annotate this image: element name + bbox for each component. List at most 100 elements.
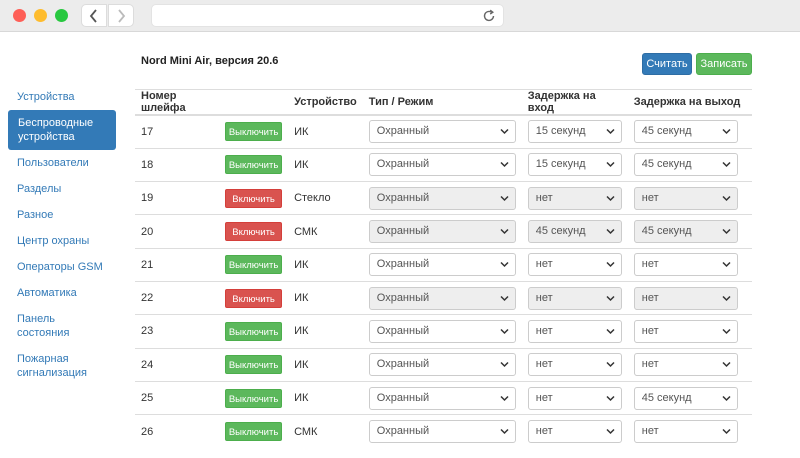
mode-select[interactable]: Охранный xyxy=(368,353,516,377)
entry-delay-select[interactable]: нет xyxy=(527,286,622,310)
exit-delay-select[interactable]: нет xyxy=(633,420,738,444)
zone-number: 25 xyxy=(135,380,220,415)
device-type: ИК xyxy=(288,247,363,282)
mode-cell: Охранный xyxy=(362,347,522,382)
entry-delay-select[interactable]: нет xyxy=(527,319,622,343)
device-type: ИК xyxy=(288,280,363,315)
enable-zone-button[interactable]: Включить xyxy=(225,188,283,208)
exit-delay-select[interactable]: нет xyxy=(633,319,738,343)
sidebar-item[interactable]: Разделы xyxy=(8,176,116,202)
mode-select[interactable]: Охранный xyxy=(368,420,516,444)
disable-zone-button[interactable]: Выключить xyxy=(225,355,283,375)
mode-select[interactable]: Охранный xyxy=(368,153,516,177)
entry-delay-select[interactable]: нет xyxy=(527,386,622,410)
entry-delay-cell: нет xyxy=(521,247,628,282)
close-window-icon[interactable] xyxy=(13,9,26,22)
sidebar-item[interactable]: Центр охраны xyxy=(8,228,116,254)
maximize-window-icon[interactable] xyxy=(55,9,68,22)
mode-select[interactable]: Охранный xyxy=(368,220,516,244)
table-row: 17 Выключить ИК Охранный 15 секунд 45 секунд xyxy=(135,114,752,149)
exit-delay-value: нет xyxy=(641,425,659,438)
exit-delay-select[interactable]: нет xyxy=(633,253,738,277)
mode-select[interactable]: Охранный xyxy=(368,120,516,144)
mode-cell: Охранный xyxy=(362,380,522,415)
zone-number: 26 xyxy=(135,414,220,448)
entry-delay-cell: нет xyxy=(521,380,628,415)
exit-delay-cell: 45 секунд xyxy=(627,380,752,415)
disable-zone-button[interactable]: Выключить xyxy=(225,255,283,275)
entry-delay-cell: нет xyxy=(521,414,628,448)
exit-delay-value: 45 секунд xyxy=(641,225,692,238)
exit-delay-select[interactable]: 45 секунд xyxy=(633,153,738,177)
mode-cell: Охранный xyxy=(362,114,522,149)
back-button[interactable] xyxy=(81,4,107,27)
entry-delay-value: нет xyxy=(535,258,553,271)
enable-zone-button[interactable]: Включить xyxy=(225,288,283,308)
disable-zone-button[interactable]: Выключить xyxy=(225,155,283,175)
mode-select[interactable]: Охранный xyxy=(368,319,516,343)
mode-select-value: Охранный xyxy=(376,425,430,438)
exit-delay-cell: 45 секунд xyxy=(627,147,752,182)
read-button[interactable]: Считать xyxy=(642,53,692,75)
toggle-cell: Выключить xyxy=(219,380,289,415)
device-type: ИК xyxy=(288,380,363,415)
entry-delay-value: нет xyxy=(535,324,553,337)
sidebar-item[interactable]: Устройства xyxy=(8,84,116,110)
disable-zone-button[interactable]: Выключить xyxy=(225,422,283,442)
sidebar-item[interactable]: Автоматика xyxy=(8,280,116,306)
write-button[interactable]: Записать xyxy=(696,53,752,75)
entry-delay-value: нет xyxy=(535,291,553,304)
entry-delay-value: 45 секунд xyxy=(535,225,586,238)
header-device: Устройство xyxy=(288,89,363,116)
reload-icon[interactable] xyxy=(482,9,496,23)
entry-delay-cell: 45 секунд xyxy=(521,214,628,249)
mode-cell: Охранный xyxy=(362,314,522,349)
chevron-down-icon xyxy=(722,429,731,435)
entry-delay-select[interactable]: 45 секунд xyxy=(527,220,622,244)
disable-zone-button[interactable]: Выключить xyxy=(225,122,283,142)
table-row: 23 Выключить ИК Охранный нет нет xyxy=(135,314,752,349)
address-bar[interactable] xyxy=(151,4,504,27)
exit-delay-cell: нет xyxy=(627,247,752,282)
mode-select-value: Охранный xyxy=(376,391,430,404)
entry-delay-select[interactable]: 15 секунд xyxy=(527,120,622,144)
mode-select[interactable]: Охранный xyxy=(368,386,516,410)
exit-delay-select[interactable]: нет xyxy=(633,286,738,310)
forward-button[interactable] xyxy=(108,4,134,27)
header-type-mode: Тип / Режим xyxy=(362,89,522,116)
sidebar-item[interactable]: Пожарная сигнализация xyxy=(8,346,116,386)
entry-delay-select[interactable]: нет xyxy=(527,253,622,277)
mode-select[interactable]: Охранный xyxy=(368,186,516,210)
exit-delay-select[interactable]: 45 секунд xyxy=(633,220,738,244)
sidebar-item[interactable]: Операторы GSM xyxy=(8,254,116,280)
mode-select-value: Охранный xyxy=(376,358,430,371)
minimize-window-icon[interactable] xyxy=(34,9,47,22)
chevron-down-icon xyxy=(722,229,731,235)
chevron-down-icon xyxy=(606,162,615,168)
chevron-down-icon xyxy=(722,362,731,368)
exit-delay-select[interactable]: нет xyxy=(633,186,738,210)
entry-delay-value: 15 секунд xyxy=(535,158,586,171)
sidebar-item[interactable]: Пользователи xyxy=(8,150,116,176)
entry-delay-select[interactable]: нет xyxy=(527,186,622,210)
sidebar-item[interactable]: Панель состояния xyxy=(8,306,116,346)
sidebar-item[interactable]: Беспроводные устройства xyxy=(8,110,116,150)
mode-select[interactable]: Охранный xyxy=(368,286,516,310)
header-zone-number: Номер шлейфа xyxy=(135,89,220,116)
entry-delay-select[interactable]: нет xyxy=(527,420,622,444)
sidebar-item[interactable]: Разное xyxy=(8,202,116,228)
disable-zone-button[interactable]: Выключить xyxy=(225,321,283,341)
mode-select-value: Охранный xyxy=(376,291,430,304)
entry-delay-select[interactable]: нет xyxy=(527,353,622,377)
enable-zone-button[interactable]: Включить xyxy=(225,222,283,242)
exit-delay-select[interactable]: 45 секунд xyxy=(633,386,738,410)
mode-select[interactable]: Охранный xyxy=(368,253,516,277)
disable-zone-button[interactable]: Выключить xyxy=(225,388,283,408)
mode-select-value: Охранный xyxy=(376,158,430,171)
chevron-down-icon xyxy=(722,328,731,334)
chevron-down-icon xyxy=(606,195,615,201)
entry-delay-select[interactable]: 15 секунд xyxy=(527,153,622,177)
exit-delay-select[interactable]: 45 секунд xyxy=(633,120,738,144)
chevron-down-icon xyxy=(500,328,509,334)
exit-delay-select[interactable]: нет xyxy=(633,353,738,377)
